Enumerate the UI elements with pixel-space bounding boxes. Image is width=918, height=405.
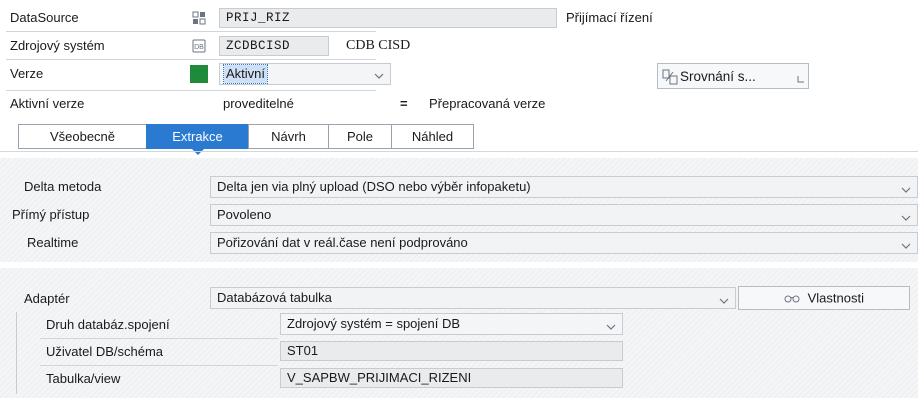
chevron-down-icon[interactable] <box>719 292 729 304</box>
db-user-schema-label: Uživatel DB/schéma <box>46 344 164 359</box>
realtime-select[interactable]: Pořizování dat v reál.čase není podprová… <box>210 232 918 254</box>
chevron-down-icon[interactable] <box>374 69 384 79</box>
version-select[interactable]: Aktivní <box>219 63 391 85</box>
adapter-label: Adaptér <box>24 291 70 306</box>
compare-icon <box>662 69 678 88</box>
source-system-label: Zdrojový systém <box>10 38 105 53</box>
svg-text:DB: DB <box>194 44 204 51</box>
tab-fields[interactable]: Pole <box>328 124 391 149</box>
datasource-icon <box>192 11 206 25</box>
row-divider <box>40 365 278 366</box>
chevron-down-icon[interactable] <box>901 237 911 249</box>
equals-symbol: = <box>400 96 408 111</box>
corner-resize-icon <box>797 71 805 86</box>
revised-version-text: Přepracovaná verze <box>429 96 546 111</box>
database-icon: DB <box>192 39 206 53</box>
version-label: Verze <box>10 66 44 81</box>
delta-method-select[interactable]: Delta jen via plný upload (DSO nebo výbě… <box>210 176 918 198</box>
tab-underline <box>0 151 918 152</box>
datasource-field[interactable]: PRIJ_RIZ <box>219 8 557 28</box>
tab-general[interactable]: Všeobecně <box>18 124 146 149</box>
source-system-description: CDB CISD <box>346 38 411 53</box>
table-view-label: Tabulka/view <box>46 371 121 386</box>
compare-button[interactable]: Srovnání s... <box>657 63 809 89</box>
status-green-icon <box>190 65 208 83</box>
delta-method-label: Delta metoda <box>24 179 102 194</box>
compare-button-label: Srovnání s... <box>680 69 756 84</box>
table-view-field[interactable]: V_SAPBW_PRIJIMACI_RIZENI <box>280 368 623 388</box>
datasource-description: Přijímací řízení <box>566 10 653 25</box>
direct-access-select[interactable]: Povoleno <box>210 204 918 226</box>
active-version-label: Aktivní verze <box>10 96 85 111</box>
source-system-field[interactable]: ZCDBCISD <box>219 36 329 56</box>
db-connection-type-select[interactable]: Zdrojový systém = spojení DB <box>280 313 623 335</box>
chevron-down-icon[interactable] <box>606 318 616 330</box>
glasses-icon <box>784 288 800 310</box>
tab-extraction[interactable]: Extrakce <box>146 124 248 155</box>
row-divider <box>6 59 376 60</box>
chevron-down-icon[interactable] <box>901 181 911 193</box>
version-select-value: Aktivní <box>222 64 269 84</box>
adapter-select[interactable]: Databázová tabulka <box>210 287 736 309</box>
db-user-schema-field[interactable]: ST01 <box>280 341 623 361</box>
properties-button[interactable]: Vlastnosti <box>738 286 910 310</box>
chevron-down-icon[interactable] <box>901 209 911 221</box>
row-divider <box>6 90 376 91</box>
active-version-state: proveditelné <box>223 96 294 111</box>
direct-access-label: Přímý přístup <box>12 207 90 222</box>
tab-preview[interactable]: Náhled <box>391 124 474 149</box>
tab-design[interactable]: Návrh <box>248 124 328 149</box>
db-connection-type-label: Druh databáz.spojení <box>46 317 170 332</box>
datasource-label: DataSource <box>10 10 79 25</box>
row-divider <box>6 31 376 32</box>
row-divider <box>40 338 278 339</box>
header-area: DataSource PRIJ_RIZ Přijímací řízení Zdr… <box>0 0 918 120</box>
realtime-label: Realtime <box>27 235 79 250</box>
